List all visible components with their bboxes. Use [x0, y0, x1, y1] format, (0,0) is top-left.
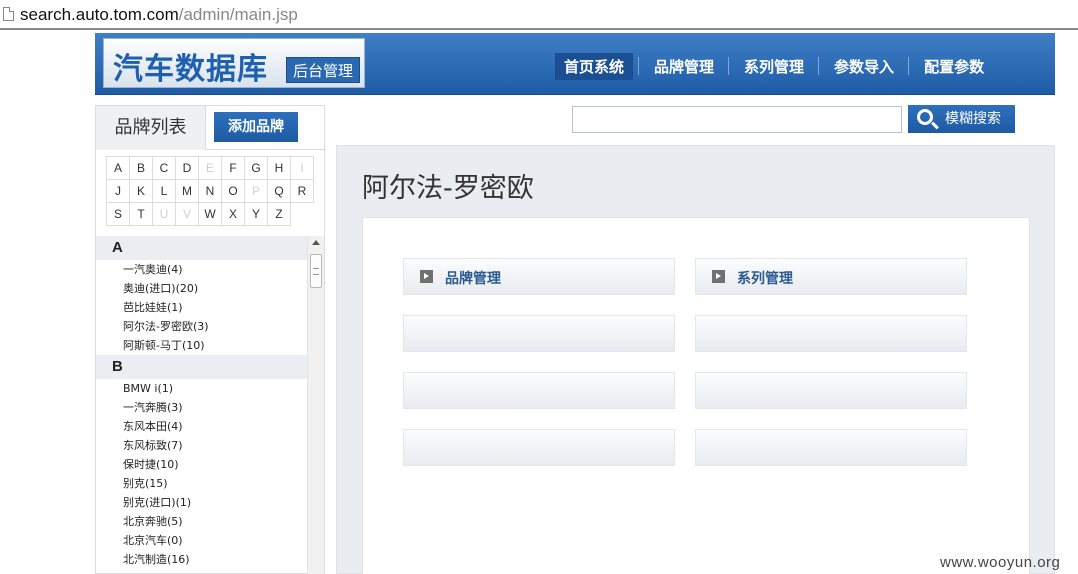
brand-list-item[interactable]: 奥迪(进口)(20) [96, 279, 324, 298]
tile-label: 系列管理 [737, 271, 793, 287]
letter-filter[interactable]: Q [267, 179, 291, 203]
letter-filter[interactable]: T [129, 202, 153, 226]
letter-filter[interactable]: Y [244, 202, 268, 226]
brand-list-item[interactable]: 阿斯顿-马丁(10) [96, 336, 324, 355]
arrow-right-icon [712, 270, 725, 283]
letter-filter: P [244, 179, 268, 203]
tile-label: 品牌管理 [445, 271, 501, 287]
letter-filter[interactable]: J [106, 179, 130, 203]
letter-index: ABCDEFGHI JKLMNOPQR STUVWXYZ [106, 156, 316, 226]
letter-filter[interactable]: H [267, 156, 291, 180]
address-bar[interactable]: search.auto.tom.com/admin/main.jsp [0, 0, 1078, 30]
url-path: /admin/main.jsp [178, 5, 298, 24]
top-header: 汽车数据库 后台管理 首页系统 品牌管理 系列管理 参数导入 配置参数 [95, 33, 1055, 95]
brand-list-item[interactable]: 一汽奔腾(3) [96, 398, 324, 417]
nav-item[interactable]: 参数导入 [818, 53, 903, 80]
letter-filter[interactable]: S [106, 202, 130, 226]
letter-filter[interactable]: G [244, 156, 268, 180]
logo-subtitle: 后台管理 [286, 57, 360, 83]
letter-filter: V [175, 202, 199, 226]
brand-group-header: A [96, 236, 324, 260]
empty-tile [403, 315, 675, 352]
empty-tile [403, 429, 675, 466]
main-nav: 首页系统 品牌管理 系列管理 参数导入 配置参数 [555, 53, 1005, 80]
letter-filter[interactable]: M [175, 179, 199, 203]
content-box: 品牌管理 系列管理 [362, 217, 1030, 574]
letter-filter[interactable]: F [221, 156, 245, 180]
scrollbar-thumb[interactable] [310, 254, 322, 288]
nav-item[interactable]: 系列管理 [728, 53, 813, 80]
tile-series-management[interactable]: 系列管理 [695, 258, 967, 295]
empty-tile [695, 372, 967, 409]
letter-filter[interactable]: D [175, 156, 199, 180]
letter-filter[interactable]: R [290, 179, 314, 203]
brand-list-scrollbar[interactable] [307, 236, 324, 574]
brand-group-header: B [96, 355, 324, 379]
brand-list-item[interactable]: 东风本田(4) [96, 417, 324, 436]
brand-list-item[interactable]: BMW i(1) [96, 379, 324, 398]
page-icon [3, 7, 14, 21]
main-panel: 阿尔法-罗密欧 品牌管理 系列管理 [336, 145, 1055, 574]
brand-list-item[interactable]: 别克(15) [96, 474, 324, 493]
brand-list-item[interactable]: 保时捷(10) [96, 455, 324, 474]
letter-filter: E [198, 156, 222, 180]
search-icon [917, 109, 933, 125]
letter-filter[interactable]: N [198, 179, 222, 203]
letter-filter[interactable]: L [152, 179, 176, 203]
nav-item[interactable]: 配置参数 [908, 53, 993, 80]
page-title: 阿尔法-罗密欧 [362, 173, 534, 204]
sidebar-title: 品牌列表 [96, 106, 206, 150]
brand-list-item[interactable]: 别克(进口)(1) [96, 493, 324, 512]
nav-item[interactable]: 首页系统 [555, 53, 634, 80]
letter-filter[interactable]: O [221, 179, 245, 203]
brand-list-item[interactable]: 芭比娃娃(1) [96, 298, 324, 317]
letter-filter[interactable]: A [106, 156, 130, 180]
letter-filter[interactable]: K [129, 179, 153, 203]
search-button-label: 模糊搜索 [945, 111, 1001, 127]
empty-tile [695, 315, 967, 352]
letter-filter[interactable]: B [129, 156, 153, 180]
watermark: www.wooyun.org [940, 554, 1061, 571]
brand-list-item[interactable]: 一汽奥迪(4) [96, 260, 324, 279]
letter-filter[interactable]: W [198, 202, 222, 226]
empty-tile [695, 429, 967, 466]
arrow-right-icon [420, 270, 433, 283]
brand-list-item[interactable]: 北京奔驰(5) [96, 512, 324, 531]
url-text[interactable]: search.auto.tom.com/admin/main.jsp [20, 5, 298, 25]
letter-filter: I [290, 156, 314, 180]
letter-filter[interactable]: X [221, 202, 245, 226]
search-input[interactable] [572, 106, 902, 133]
brand-sidebar: 品牌列表 添加品牌 ABCDEFGHIJKLMNOPQRSTUVWXYZ A 一汽… [95, 105, 326, 574]
brand-list-item[interactable]: 北京汽车(0) [96, 531, 324, 550]
url-host: search.auto.tom.com [20, 5, 179, 24]
empty-tile [403, 372, 675, 409]
brand-list-item[interactable]: 北汽制造(16) [96, 550, 324, 569]
nav-item[interactable]: 品牌管理 [638, 53, 723, 80]
scroll-up-arrow-icon[interactable] [312, 240, 320, 245]
sidebar-header: 品牌列表 添加品牌 [96, 106, 326, 150]
brand-list-item[interactable]: 东风标致(7) [96, 436, 324, 455]
tile-brand-management[interactable]: 品牌管理 [403, 258, 675, 295]
brand-list-item[interactable]: 阿尔法-罗密欧(3) [96, 317, 324, 336]
site-logo[interactable]: 汽车数据库 后台管理 [103, 38, 365, 88]
add-brand-button[interactable]: 添加品牌 [214, 112, 298, 142]
letter-filter: U [152, 202, 176, 226]
letter-filter[interactable]: C [152, 156, 176, 180]
fuzzy-search-button[interactable]: 模糊搜索 [908, 105, 1015, 133]
letter-filter[interactable]: Z [267, 202, 291, 226]
brand-list: A 一汽奥迪(4) 奥迪(进口)(20) 芭比娃娃(1) 阿尔法-罗密欧(3) 阿斯顿-马… [96, 236, 324, 574]
logo-title: 汽车数据库 [113, 52, 268, 87]
